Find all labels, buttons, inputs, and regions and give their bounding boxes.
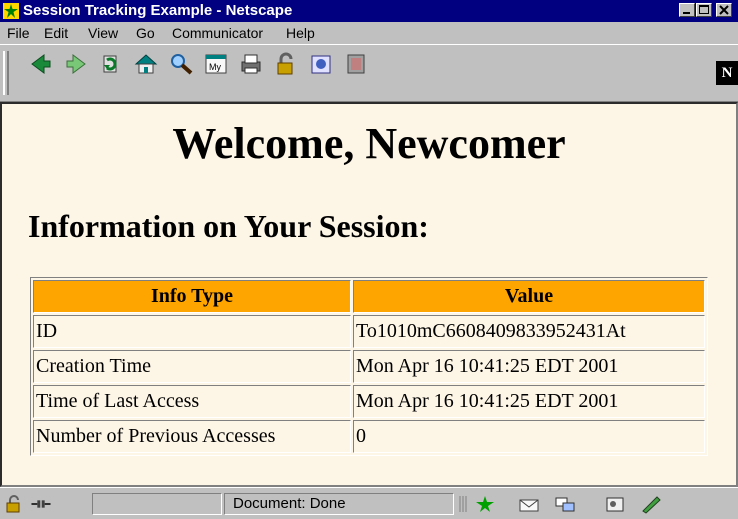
cell-value: Mon Apr 16 10:41:25 EDT 2001 [353, 385, 705, 418]
netscape-icon [3, 3, 19, 19]
menu-bar: File Edit View Go Communicator Help [0, 22, 738, 44]
menu-go[interactable]: Go [136, 25, 155, 41]
cell-label: Creation Time [33, 350, 351, 383]
cell-value: To1010mC6608409833952431At [353, 315, 705, 348]
header-value: Value [353, 280, 705, 313]
page-subheading: Information on Your Session: [28, 208, 429, 244]
header-info-type: Info Type [33, 280, 351, 313]
maximize-button[interactable] [696, 3, 712, 17]
close-icon [719, 5, 729, 15]
netscape-star-icon[interactable] [474, 494, 496, 514]
menu-help[interactable]: Help [286, 25, 315, 41]
stop-icon[interactable] [343, 51, 369, 77]
table-row: Time of Last Access Mon Apr 16 10:41:25 … [33, 385, 705, 418]
my-netscape-label: My [209, 62, 221, 72]
table-row: ID To1010mC6608409833952431At [33, 315, 705, 348]
home-icon[interactable] [133, 51, 159, 77]
table-row: Number of Previous Accesses 0 [33, 420, 705, 453]
back-icon[interactable] [28, 51, 54, 77]
table-row: Creation Time Mon Apr 16 10:41:25 EDT 20… [33, 350, 705, 383]
cell-label: Number of Previous Accesses [33, 420, 351, 453]
close-button[interactable] [716, 3, 732, 17]
address-book-icon[interactable] [604, 494, 626, 514]
menu-file[interactable]: File [7, 25, 30, 41]
page-heading: Welcome, Newcomer [172, 119, 566, 168]
toolbar-grip[interactable] [3, 51, 9, 95]
progress-bar [92, 493, 222, 515]
content-frame: Welcome, Newcomer Information on Your Se… [0, 102, 738, 487]
cell-value: Mon Apr 16 10:41:25 EDT 2001 [353, 350, 705, 383]
netscape-logo[interactable]: N [716, 61, 738, 85]
status-text: Document: Done [224, 493, 454, 515]
shop-icon[interactable] [308, 51, 334, 77]
composer-icon[interactable] [640, 494, 662, 514]
reload-icon[interactable] [98, 51, 124, 77]
connection-icon [31, 500, 51, 508]
navigation-toolbar: My N [0, 44, 738, 102]
window-title: Session Tracking Example - Netscape [23, 2, 293, 19]
cell-value: 0 [353, 420, 705, 453]
cell-label: ID [33, 315, 351, 348]
discussion-icon[interactable] [554, 494, 576, 514]
status-bar: Document: Done [0, 487, 738, 519]
security-icon[interactable] [273, 51, 299, 77]
session-table: Info Type Value ID To1010mC6608409833952… [30, 277, 708, 456]
title-bar: Session Tracking Example - Netscape [0, 0, 738, 22]
menu-edit[interactable]: Edit [44, 25, 68, 41]
table-header-row: Info Type Value [33, 280, 705, 313]
menu-communicator[interactable]: Communicator [172, 25, 263, 41]
mail-icon[interactable] [518, 494, 540, 514]
maximize-icon [699, 5, 709, 14]
minimize-icon [683, 12, 690, 14]
search-icon[interactable] [168, 51, 194, 77]
menu-view[interactable]: View [88, 25, 118, 41]
page-content: Welcome, Newcomer Information on Your Se… [2, 104, 736, 485]
my-netscape-icon[interactable]: My [203, 51, 229, 77]
minimize-button[interactable] [679, 3, 695, 17]
cell-label: Time of Last Access [33, 385, 351, 418]
lock-icon[interactable] [4, 494, 26, 514]
print-icon[interactable] [238, 51, 264, 77]
taskbar-grip-icon[interactable] [458, 494, 468, 514]
forward-icon[interactable] [63, 51, 89, 77]
